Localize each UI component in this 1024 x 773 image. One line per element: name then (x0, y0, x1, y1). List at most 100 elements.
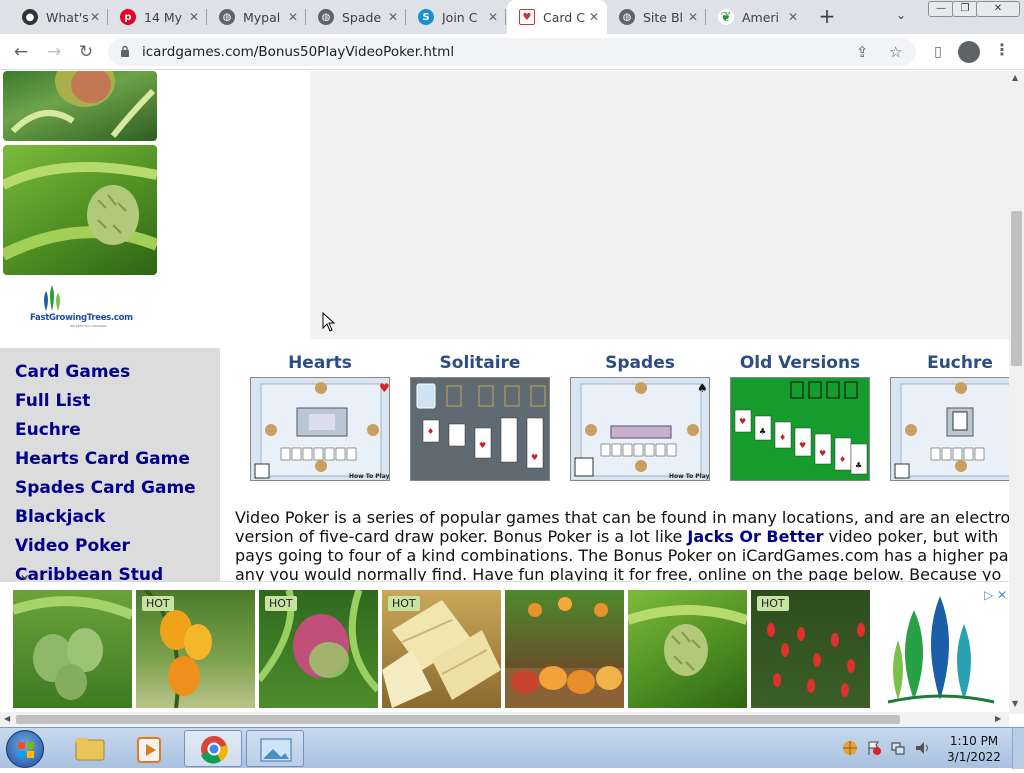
back-button[interactable]: ← (9, 40, 33, 64)
volume-icon[interactable] (914, 740, 930, 756)
vertical-scrollbar[interactable]: ▲ ▼ (1009, 71, 1024, 714)
tab-mypal[interactable]: ◍ Mypal ✕ (207, 0, 306, 34)
spades-game-thumbnail[interactable]: ♠ How To Play (570, 377, 710, 481)
game-title-solitaire[interactable]: Solitaire (410, 353, 550, 373)
sidebar-link-full-list[interactable]: Full List (15, 391, 90, 411)
svg-text:♥: ♥ (819, 449, 826, 458)
game-title-spades[interactable]: Spades (570, 353, 710, 373)
address-bar[interactable]: icardgames.com/Bonus50PlayVideoPoker.htm… (108, 38, 916, 66)
euchre-table-image (891, 378, 1009, 480)
url-text[interactable]: icardgames.com/Bonus50PlayVideoPoker.htm… (142, 44, 454, 60)
tab-search-chevron-icon[interactable]: ⌄ (896, 8, 906, 22)
ad-product-bamboo-shoots[interactable]: HOT (382, 590, 501, 708)
close-tab-icon[interactable]: ✕ (788, 10, 798, 24)
collapse-ad-chevron-icon[interactable]: ⌄ (18, 564, 40, 583)
media-player-button[interactable] (122, 730, 180, 767)
intro-line-3: pays going to four of a kind combination… (235, 546, 1009, 565)
sidebar-link-hearts[interactable]: Hearts Card Game (15, 449, 190, 469)
mango-image (10, 71, 156, 138)
minimize-button[interactable]: — (928, 1, 954, 17)
tab-site-bl[interactable]: ◍ Site Bl ✕ (607, 0, 706, 34)
bookmark-star-icon[interactable]: ☆ (889, 43, 902, 61)
sidebar-link-video-poker[interactable]: Video Poker (15, 536, 130, 556)
svg-text:♥: ♥ (799, 441, 806, 450)
old-solitaire-image: ♥ ♣ ♦ ♥ ♥ ♦ ♣ (731, 378, 869, 480)
share-icon[interactable]: ⇪ (856, 43, 869, 61)
ad-product-sugar-apple[interactable] (628, 590, 747, 708)
fastgrowingtrees-logo[interactable]: FastGrowingTrees.com WE KEEP YOU GROWING (30, 283, 133, 333)
vertical-scroll-thumb[interactable] (1011, 211, 1022, 366)
mango-tree-image (13, 596, 132, 700)
folder-icon (75, 738, 105, 761)
sidebar-link-card-games[interactable]: Card Games (15, 362, 130, 382)
adchoices-icon[interactable]: ▷ ✕ (984, 588, 1007, 602)
hot-badge: HOT (388, 596, 420, 611)
close-tab-icon[interactable]: ✕ (688, 10, 698, 24)
jacks-or-better-link[interactable]: Jacks Or Better (687, 527, 823, 546)
profile-avatar[interactable] (958, 41, 980, 63)
tab-14my[interactable]: p 14 My ✕ (108, 0, 207, 34)
file-explorer-button[interactable] (60, 730, 118, 767)
svg-text:♦: ♦ (839, 455, 846, 464)
close-tab-icon[interactable]: ✕ (589, 10, 599, 24)
tab-whats[interactable]: ● What's ✕ (10, 0, 108, 34)
scroll-right-arrow-icon[interactable]: ▶ (995, 714, 1001, 723)
game-title-hearts[interactable]: Hearts (250, 353, 390, 373)
close-tab-icon[interactable]: ✕ (189, 10, 199, 24)
forward-button[interactable]: → (42, 40, 66, 64)
scroll-up-arrow-icon[interactable]: ▲ (1012, 73, 1018, 82)
hearts-game-thumbnail[interactable]: ♥ How To Play (250, 377, 390, 481)
chrome-taskbar-button[interactable] (184, 730, 242, 767)
show-desktop-button[interactable] (1012, 728, 1024, 769)
hearts-table-image: ♥ How To Play (251, 378, 389, 480)
scroll-down-arrow-icon[interactable]: ▼ (1012, 699, 1018, 708)
start-button[interactable] (6, 730, 44, 768)
svg-text:♦: ♦ (779, 433, 786, 442)
ad-product-orange-mango[interactable]: HOT (136, 590, 255, 708)
euchre-game-thumbnail[interactable] (890, 377, 1009, 481)
game-title-old-versions[interactable]: Old Versions (730, 353, 870, 373)
photo-viewer-button[interactable] (246, 730, 304, 767)
action-center-flag-icon[interactable] (866, 740, 882, 756)
globe-icon: ◍ (619, 9, 635, 25)
maximize-button[interactable]: ❐ (952, 1, 978, 17)
old-solitaire-thumbnail[interactable]: ♥ ♣ ♦ ♥ ♥ ♦ ♣ (730, 377, 870, 481)
mouse-cursor-icon (322, 312, 336, 332)
menu-kebab-icon[interactable]: ⋮ (994, 40, 1010, 59)
scroll-left-arrow-icon[interactable]: ◀ (4, 714, 10, 723)
horizontal-scroll-thumb[interactable] (16, 715, 900, 724)
close-tab-icon[interactable]: ✕ (488, 10, 498, 24)
svg-text:♦: ♦ (427, 427, 434, 436)
game-title-euchre[interactable]: Euchre (890, 353, 1009, 373)
lock-icon[interactable] (120, 45, 130, 57)
sugar-apple-product-image[interactable] (3, 145, 157, 275)
sidebar-link-blackjack[interactable]: Blackjack (15, 507, 105, 527)
close-tab-icon[interactable]: ✕ (288, 10, 298, 24)
tab-ameri[interactable]: ❦ Ameri ✕ (706, 0, 806, 34)
sidebar-link-euchre[interactable]: Euchre (15, 420, 81, 440)
sidebar-link-spades[interactable]: Spades Card Game (15, 478, 196, 498)
system-clock[interactable]: 1:10 PM 3/1/2022 (944, 733, 1004, 765)
network-icon[interactable] (890, 740, 906, 756)
close-tab-icon[interactable]: ✕ (388, 10, 398, 24)
network-globe-icon[interactable] (842, 740, 858, 756)
new-tab-button[interactable]: + (814, 4, 840, 30)
close-window-button[interactable]: ✕ (976, 1, 1020, 17)
ad-product-goji-berries[interactable]: HOT (751, 590, 870, 708)
tab-spades[interactable]: ◍ Spade ✕ (306, 0, 406, 34)
globe-icon: ◍ (318, 9, 334, 25)
mango-product-image[interactable] (3, 71, 157, 141)
intro-line-1: Video Poker is a series of popular games… (235, 508, 1009, 527)
tab-card-games[interactable]: ♥ Card C ✕ (507, 0, 607, 34)
ad-product-red-mango[interactable]: HOT (259, 590, 378, 708)
horizontal-scrollbar[interactable]: ◀ ▶ (0, 712, 1009, 727)
reload-button[interactable]: ↻ (74, 40, 98, 64)
mango-basket-image (505, 597, 624, 708)
tab-joinc[interactable]: S Join C ✕ (406, 0, 506, 34)
close-tab-icon[interactable]: ✕ (90, 10, 100, 24)
side-panel-icon[interactable]: ▯ (926, 40, 950, 64)
ad-product-mango-tree[interactable] (13, 590, 132, 708)
ad-advertiser-logo[interactable] (878, 590, 1004, 708)
ad-product-mango-basket[interactable] (505, 590, 624, 708)
solitaire-game-thumbnail[interactable]: ♦ ♥ ♥ (410, 377, 550, 481)
